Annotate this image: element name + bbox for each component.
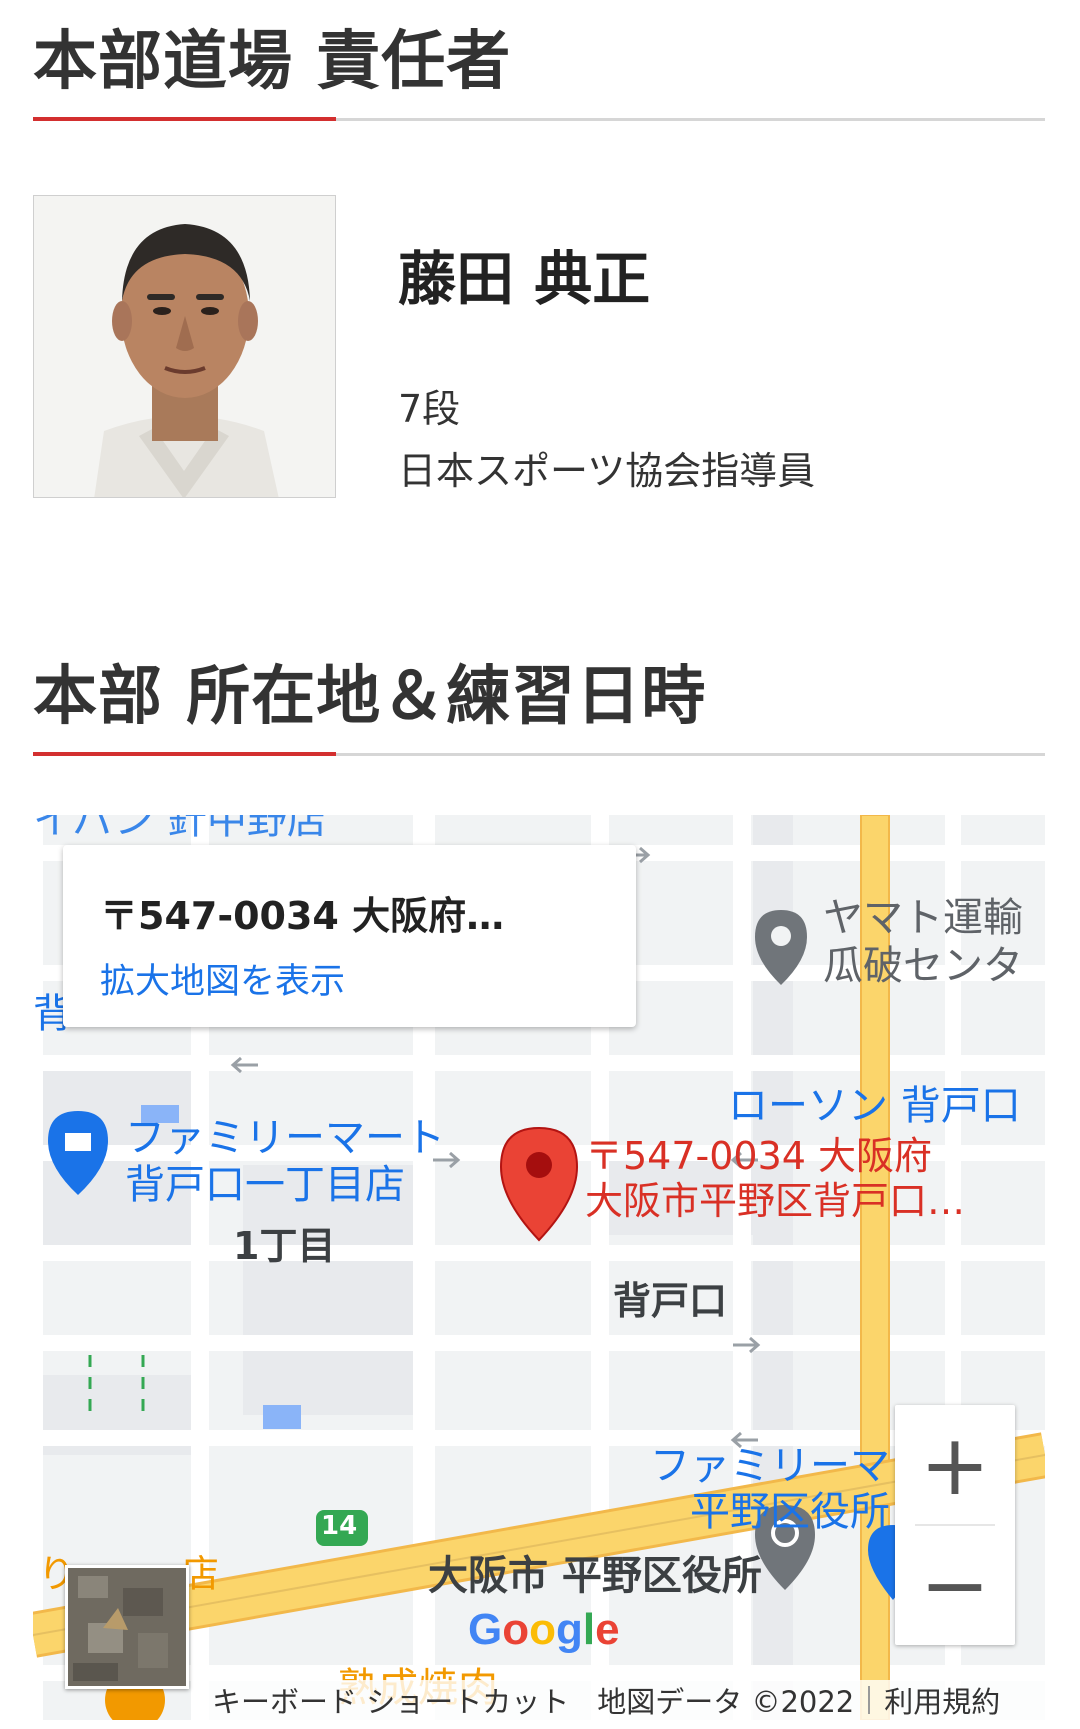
- terms-link[interactable]: 利用規約: [870, 1679, 1014, 1720]
- map-pin-label-line2[interactable]: 大阪市平野区背戸口…: [585, 1179, 965, 1224]
- google-logo: Google: [468, 1605, 620, 1654]
- map-data-credit: 地図データ ©2022: [597, 1685, 855, 1719]
- location-section-title: 本部 所在地＆練習日時: [33, 659, 707, 734]
- instructor-rank: 7段: [398, 387, 461, 431]
- zoom-controls: + −: [895, 1405, 1015, 1645]
- place-card-address: 〒547-0034 大阪府…: [100, 894, 505, 938]
- route-14-shield-label: 14: [321, 1511, 358, 1541]
- zoom-out-button[interactable]: −: [895, 1525, 1015, 1645]
- embedded-google-map[interactable]: イパン 針中野店 ヤマト運輸 瓜破センタ 背 ローソン 背戸口 ファミリーマート…: [33, 815, 1045, 1720]
- view-larger-map-link[interactable]: 拡大地図を表示: [100, 953, 345, 1004]
- map-label-familymart2-line1[interactable]: ファミリーマ: [650, 1443, 890, 1489]
- map-label-chome: 1丁目: [233, 1224, 336, 1268]
- title-divider-accent: [33, 117, 336, 121]
- title-divider-accent: [33, 752, 336, 756]
- map-label-setoguchi: 背戸口: [613, 1279, 728, 1323]
- map-label-yamato-line1[interactable]: ヤマト運輸: [823, 895, 1023, 941]
- instructor-section-title: 本部道場 責任者: [33, 24, 512, 99]
- map-label-familymart-line1[interactable]: ファミリーマート: [125, 1115, 445, 1161]
- instructor-name: 藤田 典正: [398, 245, 651, 313]
- map-label-familymart2-line2[interactable]: 平野区役所: [690, 1489, 890, 1535]
- map-label-ward-office[interactable]: 大阪市 平野区役所: [428, 1553, 762, 1599]
- instructor-qualification: 日本スポーツ協会指導員: [398, 449, 816, 493]
- keyboard-shortcuts-link[interactable]: キーボード ショートカット: [198, 1679, 583, 1720]
- map-pin-label-line1[interactable]: 〒547-0034 大阪府: [585, 1134, 932, 1179]
- map-label-yamato-line2[interactable]: 瓜破センタ: [823, 943, 1023, 989]
- zoom-in-button[interactable]: +: [895, 1405, 1015, 1525]
- instructor-photo: [33, 195, 336, 498]
- satellite-toggle-thumbnail[interactable]: [65, 1565, 189, 1689]
- map-label-top-cut: イパン 針中野店: [33, 815, 327, 843]
- map-label-familymart-line2[interactable]: 背戸口一丁目店: [125, 1162, 405, 1208]
- map-label-lawson[interactable]: ローソン 背戸口: [728, 1083, 1021, 1129]
- map-place-card: 〒547-0034 大阪府… 拡大地図を表示: [63, 845, 636, 1027]
- map-attribution-bar: キーボード ショートカット 地図データ ©2022 利用規約: [198, 1680, 1045, 1720]
